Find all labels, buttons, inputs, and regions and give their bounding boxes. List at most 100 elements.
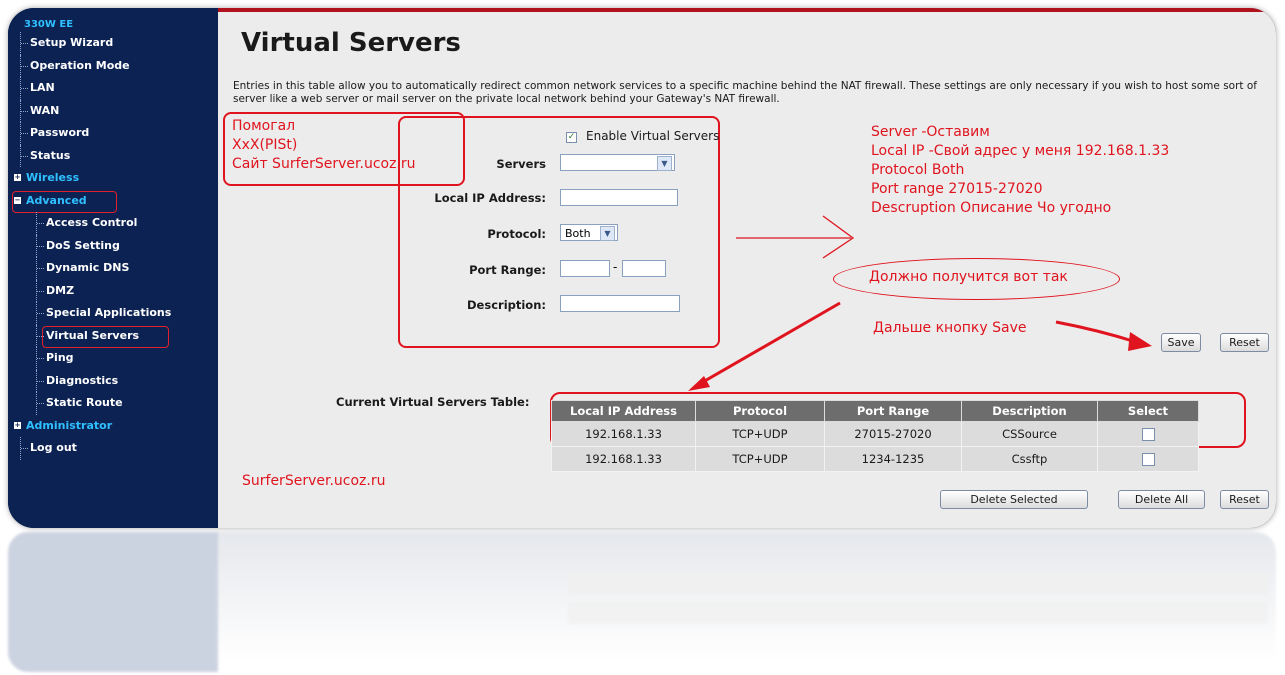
sidebar-item-wan[interactable]: WAN	[8, 99, 218, 122]
sidebar-item-wireless[interactable]: + Wireless	[8, 167, 218, 190]
port-start-input[interactable]	[560, 260, 610, 277]
window-reflection	[8, 532, 1276, 672]
protocol-value: Both	[565, 227, 591, 240]
sidebar-item-dmz[interactable]: DMZ	[8, 279, 218, 302]
tree-line	[36, 324, 45, 347]
table-row: 192.168.1.33 TCP+UDP 27015-27020 CSSourc…	[551, 421, 1199, 447]
cell-protocol: TCP+UDP	[695, 421, 825, 447]
expand-icon[interactable]: +	[14, 421, 21, 429]
reset-button[interactable]: Reset	[1220, 333, 1269, 352]
description-input[interactable]	[560, 295, 680, 312]
instruction-line: Protocol Both	[871, 162, 965, 178]
tree-line	[20, 77, 29, 100]
column-header-description: Description	[961, 400, 1098, 422]
sidebar-item-virtual-servers[interactable]: Virtual Servers	[8, 324, 218, 348]
servers-select[interactable]: ▼	[560, 154, 675, 171]
instruction-line: Descruption Описание Чо угодно	[871, 200, 1112, 216]
site-annotation: SurferServer.ucoz.ru	[242, 473, 386, 489]
port-range-dash: -	[613, 260, 618, 274]
sidebar-item-dynamic-dns[interactable]: Dynamic DNS	[8, 257, 218, 280]
page-description: Entries in this table allow you to autom…	[233, 80, 1257, 105]
reflection-stripe	[568, 572, 1268, 594]
protocol-select[interactable]: Both ▼	[560, 224, 618, 241]
collapse-icon[interactable]: −	[14, 196, 21, 204]
local-ip-label: Local IP Address:	[434, 191, 546, 205]
tree-line	[36, 257, 45, 280]
page-title: Virtual Servers	[241, 28, 461, 58]
cell-description: Cssftp	[961, 446, 1098, 472]
tree-line	[20, 437, 29, 460]
sidebar-item-operation-mode[interactable]: Operation Mode	[8, 54, 218, 77]
arrow-to-save	[1055, 320, 1152, 351]
sidebar-item-log-out[interactable]: Log out	[8, 437, 218, 460]
sidebar-item-administrator[interactable]: + Administrator	[8, 415, 218, 438]
delete-selected-button[interactable]: Delete Selected	[940, 490, 1088, 509]
chevron-down-icon: ▼	[600, 226, 615, 241]
tree-line	[20, 122, 29, 145]
description-label: Description:	[467, 298, 546, 312]
sidebar-brand: 330W EE	[24, 19, 74, 30]
table-row: 192.168.1.33 TCP+UDP 1234-1235 Cssftp	[551, 446, 1199, 472]
sidebar-item-diagnostics[interactable]: Diagnostics	[8, 369, 218, 392]
cell-port-range: 27015-27020	[824, 421, 962, 447]
instruction-line: Local IP -Свой адрес у меня 192.168.1.33	[871, 143, 1170, 159]
credits-line: XxX(PISt)	[232, 137, 298, 153]
delete-all-button[interactable]: Delete All	[1118, 490, 1205, 509]
tree-line	[20, 144, 29, 167]
tree-line	[36, 392, 45, 415]
tree-line	[36, 302, 45, 325]
annotation-highlight-box	[12, 190, 117, 213]
expand-icon[interactable]: +	[14, 174, 21, 181]
sidebar-item-special-applications[interactable]: Special Applications	[8, 302, 218, 325]
sidebar-item-ping[interactable]: Ping	[8, 347, 218, 370]
annotation-highlight-box	[42, 325, 169, 348]
sidebar-item-static-route[interactable]: Static Route	[8, 392, 218, 415]
cell-port-range: 1234-1235	[824, 446, 962, 472]
save-note: Дальше кнопку Save	[873, 320, 1027, 336]
enable-virtual-servers-label: Enable Virtual Servers	[586, 129, 720, 143]
result-note: Должно получится вот так	[869, 269, 1068, 285]
row-select-checkbox[interactable]	[1141, 453, 1155, 466]
sidebar-item-dos-setting[interactable]: DoS Setting	[8, 234, 218, 257]
save-button[interactable]: Save	[1161, 333, 1201, 352]
sidebar-item-lan[interactable]: LAN	[8, 77, 218, 100]
cell-description: CSSource	[961, 421, 1098, 447]
sidebar-nav: 330W EE Setup Wizard Operation Mode LAN …	[8, 8, 218, 528]
instructions-annotation: Server -Оставим Local IP -Свой адрес у м…	[871, 123, 1169, 218]
column-header-select: Select	[1097, 400, 1199, 422]
enable-virtual-servers-checkbox[interactable]: ✓	[566, 132, 577, 143]
local-ip-input[interactable]	[560, 189, 678, 206]
cell-select	[1097, 446, 1199, 472]
tree-line	[36, 212, 45, 235]
protocol-label: Protocol:	[487, 227, 546, 241]
top-accent-bar	[218, 8, 1276, 12]
tree-line	[36, 369, 45, 392]
tree-line	[36, 347, 45, 370]
tree-line	[20, 54, 29, 77]
instruction-line: Server -Оставим	[871, 124, 990, 140]
virtual-servers-table: Local IP Address Protocol Port Range Des…	[551, 400, 1199, 472]
arrow-to-instructions	[736, 215, 855, 259]
sidebar-item-access-control[interactable]: Access Control	[8, 212, 218, 235]
table-header-row: Local IP Address Protocol Port Range Des…	[551, 400, 1199, 422]
instruction-line: Port range 27015-27020	[871, 181, 1043, 197]
servers-label: Servers	[496, 157, 546, 171]
router-admin-window: 330W EE Setup Wizard Operation Mode LAN …	[8, 8, 1276, 528]
column-header-protocol: Protocol	[695, 400, 825, 422]
cell-protocol: TCP+UDP	[695, 446, 825, 472]
tree-line	[20, 32, 29, 55]
sidebar-item-setup-wizard[interactable]: Setup Wizard	[8, 32, 218, 55]
sidebar-item-status[interactable]: Status	[8, 144, 218, 167]
credits-line: Помогал	[232, 118, 296, 134]
cell-local-ip: 192.168.1.33	[551, 446, 696, 472]
column-header-local-ip: Local IP Address	[551, 400, 696, 422]
sidebar-item-advanced[interactable]: − Advanced	[8, 190, 218, 213]
row-select-checkbox[interactable]	[1141, 428, 1155, 441]
main-content: Virtual Servers Entries in this table al…	[218, 8, 1276, 528]
port-end-input[interactable]	[622, 260, 666, 277]
chevron-down-icon: ▼	[657, 156, 672, 171]
table-reset-button[interactable]: Reset	[1220, 490, 1269, 509]
sidebar-item-password[interactable]: Password	[8, 122, 218, 145]
port-range-label: Port Range:	[469, 263, 546, 277]
cell-select	[1097, 421, 1199, 447]
